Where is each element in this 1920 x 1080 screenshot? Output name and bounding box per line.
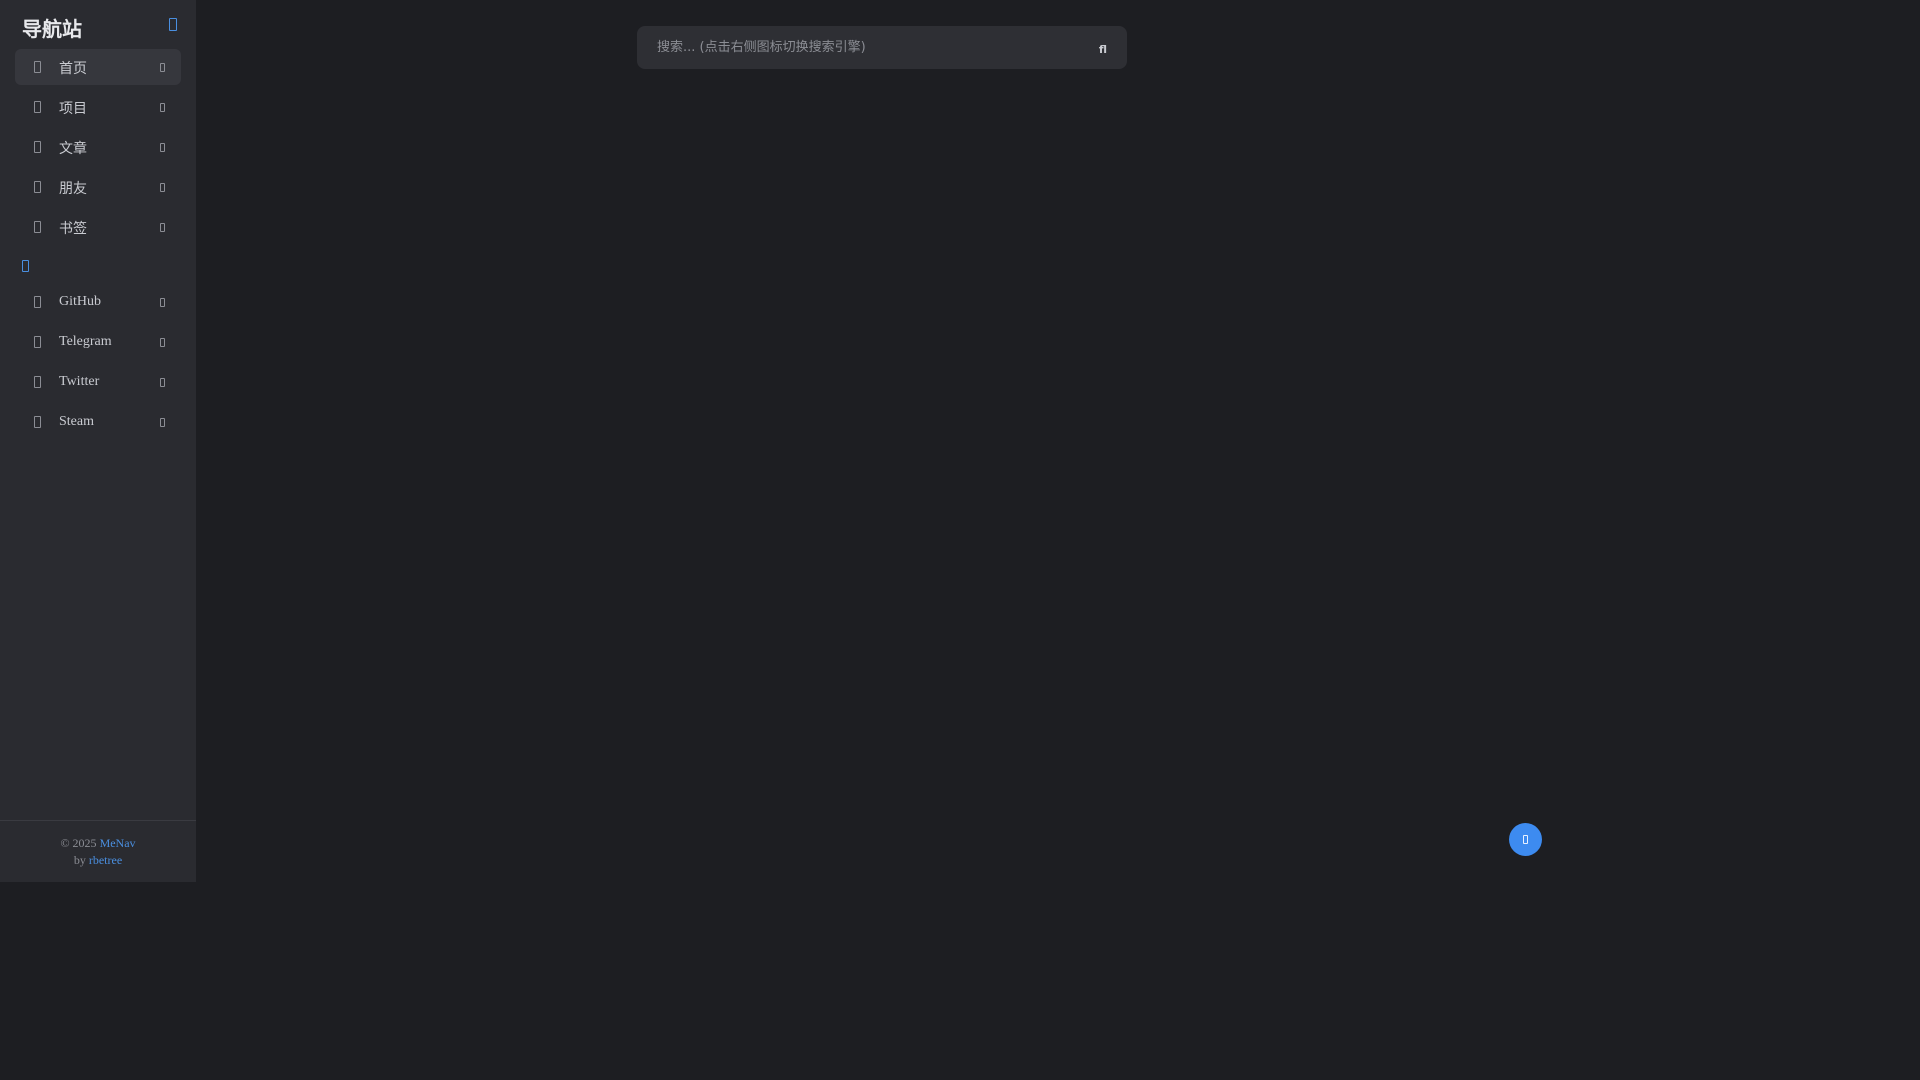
copyright-text: © 2025 <box>60 836 97 850</box>
social-item-steam[interactable]: Steam <box>15 404 181 440</box>
external-link-icon <box>160 418 165 427</box>
external-link-icon <box>160 298 165 307</box>
social-item-label: Telegram <box>59 334 112 349</box>
chevron-right-icon <box>160 183 165 192</box>
social-section-icon <box>22 260 29 272</box>
search-box: fl <box>637 26 1127 69</box>
external-link-icon <box>160 338 165 347</box>
nav-item-articles[interactable]: 文章 <box>15 129 181 165</box>
nav-item-projects[interactable]: 项目 <box>15 89 181 125</box>
nav-item-home[interactable]: 首页 <box>15 49 181 85</box>
nav-item-label: 朋友 <box>59 181 87 197</box>
article-icon <box>34 141 41 153</box>
nav-item-friends[interactable]: 朋友 <box>15 169 181 205</box>
author-link[interactable]: rbetree <box>89 853 122 867</box>
sidebar-toggle-icon[interactable] <box>169 18 177 31</box>
twitter-icon <box>34 376 41 388</box>
chevron-right-icon <box>160 63 165 72</box>
arrow-up-icon <box>1523 835 1528 844</box>
back-to-top-button[interactable] <box>1509 823 1542 856</box>
friends-icon <box>34 181 41 193</box>
main-nav: 首页 项目 文章 朋友 书签 <box>15 49 181 249</box>
chevron-right-icon <box>160 223 165 232</box>
sidebar-footer: © 2025 MeNav by rbetree <box>0 820 196 882</box>
external-link-icon <box>160 378 165 387</box>
social-item-telegram[interactable]: Telegram <box>15 324 181 360</box>
nav-item-label: 书签 <box>59 221 87 237</box>
site-brand[interactable]: 导航站 <box>22 13 82 42</box>
steam-icon <box>34 416 41 428</box>
menav-link[interactable]: MeNav <box>100 836 136 850</box>
project-icon <box>34 101 41 113</box>
social-nav: GitHub Telegram Twitter Steam <box>15 284 181 444</box>
copyright-line: © 2025 MeNav <box>0 835 196 852</box>
nav-item-bookmarks[interactable]: 书签 <box>15 209 181 245</box>
sidebar: 导航站 首页 项目 文章 朋友 书签 GitHub Telegram Twitt… <box>0 0 196 882</box>
social-item-github[interactable]: GitHub <box>15 284 181 320</box>
author-line: by rbetree <box>0 852 196 869</box>
nav-item-label: 文章 <box>59 141 87 157</box>
home-icon <box>34 61 41 73</box>
social-item-label: Steam <box>59 414 94 429</box>
search-input[interactable] <box>637 26 1077 69</box>
github-icon <box>34 296 41 308</box>
social-item-label: GitHub <box>59 294 101 309</box>
chevron-right-icon <box>160 103 165 112</box>
bookmark-icon <box>34 221 41 233</box>
chevron-right-icon <box>160 143 165 152</box>
nav-item-label: 项目 <box>59 101 87 117</box>
search-engine-switch-icon[interactable]: fl <box>1099 43 1107 56</box>
nav-item-label: 首页 <box>59 61 87 77</box>
social-item-label: Twitter <box>59 374 100 389</box>
by-text: by <box>73 853 86 867</box>
social-item-twitter[interactable]: Twitter <box>15 364 181 400</box>
telegram-icon <box>34 336 41 348</box>
